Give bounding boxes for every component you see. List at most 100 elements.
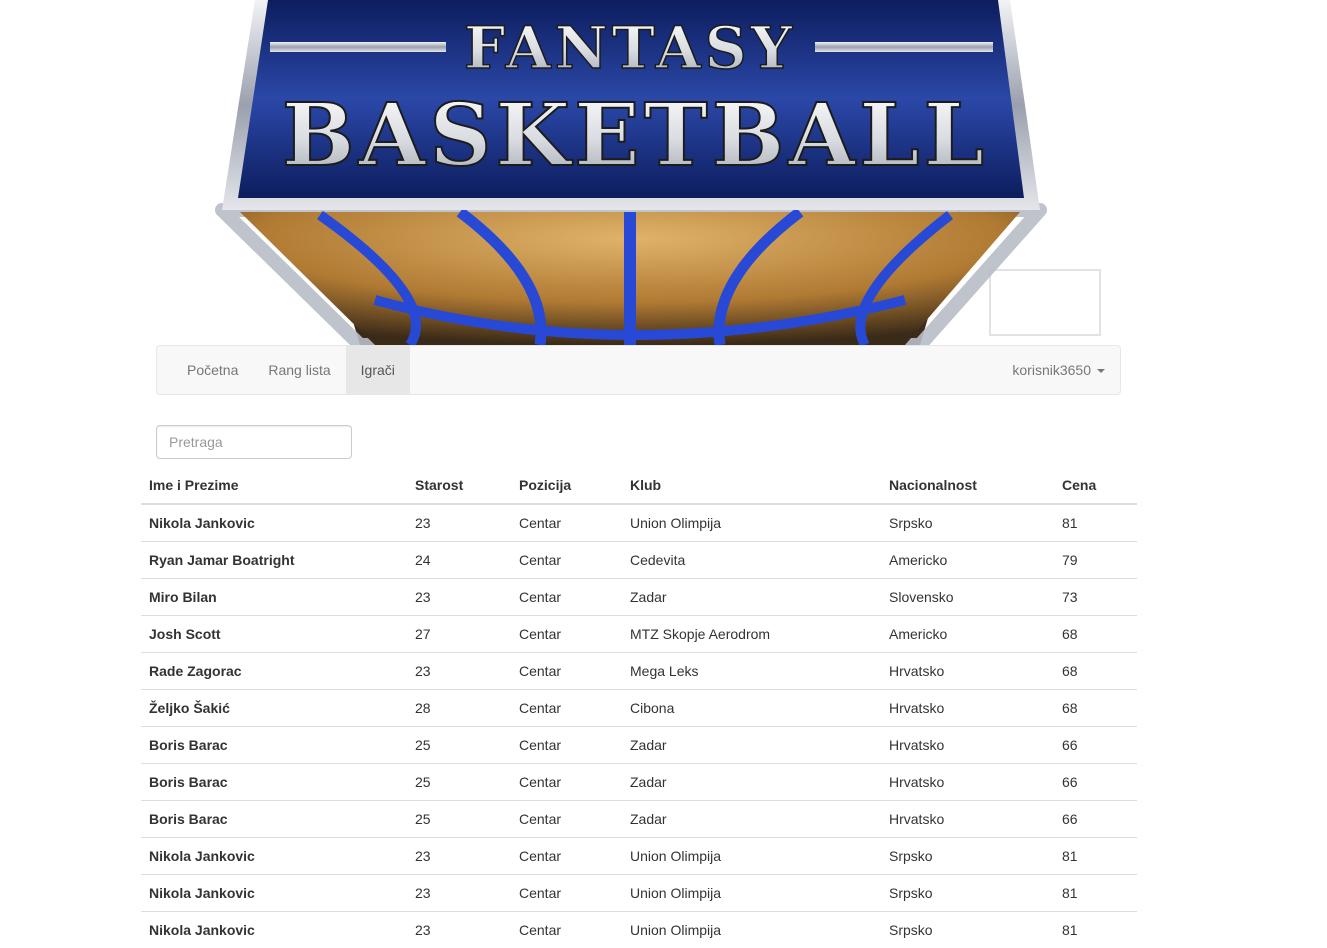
- table-row[interactable]: Nikola Jankovic 23 Centar Union Olimpija…: [141, 504, 1137, 542]
- cell-price: 81: [1054, 912, 1137, 948]
- cell-position: Centar: [511, 838, 622, 875]
- cell-position: Centar: [511, 653, 622, 690]
- table-row[interactable]: Ryan Jamar Boatright 24 Centar Cedevita …: [141, 542, 1137, 579]
- cell-age: 23: [407, 875, 511, 912]
- cell-nationality: Americko: [881, 542, 1054, 579]
- cell-age: 23: [407, 838, 511, 875]
- nav-item-igraci[interactable]: Igrači: [346, 346, 410, 394]
- cell-position: Centar: [511, 504, 622, 542]
- cell-nationality: Americko: [881, 616, 1054, 653]
- table-row[interactable]: Boris Barac 25 Centar Zadar Hrvatsko 66: [141, 727, 1137, 764]
- caret-down-icon: [1097, 369, 1105, 373]
- cell-club: Union Olimpija: [622, 838, 881, 875]
- search-input[interactable]: [156, 425, 352, 459]
- cell-price: 68: [1054, 616, 1137, 653]
- cell-club: Zadar: [622, 764, 881, 801]
- cell-club: MTZ Skopje Aerodrom: [622, 616, 881, 653]
- header-pozicija[interactable]: Pozicija: [511, 467, 622, 504]
- cell-club: Zadar: [622, 727, 881, 764]
- cell-name: Boris Barac: [141, 801, 407, 838]
- header-starost[interactable]: Starost: [407, 467, 511, 504]
- table-row[interactable]: Nikola Jankovic 23 Centar Union Olimpija…: [141, 912, 1137, 948]
- main-navbar: Početna Rang lista Igrači korisnik3650: [156, 345, 1121, 395]
- cell-position: Centar: [511, 727, 622, 764]
- fantasy-basketball-logo: FANTASY BASKETBALL: [160, 0, 1120, 345]
- cell-nationality: Hrvatsko: [881, 690, 1054, 727]
- cell-age: 25: [407, 764, 511, 801]
- cell-age: 23: [407, 653, 511, 690]
- cell-price: 73: [1054, 579, 1137, 616]
- cell-name: Boris Barac: [141, 727, 407, 764]
- user-dropdown[interactable]: korisnik3650: [1012, 346, 1105, 394]
- cell-name: Ryan Jamar Boatright: [141, 542, 407, 579]
- cell-name: Željko Šakić: [141, 690, 407, 727]
- table-row[interactable]: Rade Zagorac 23 Centar Mega Leks Hrvatsk…: [141, 653, 1137, 690]
- cell-nationality: Srpsko: [881, 912, 1054, 948]
- cell-club: Union Olimpija: [622, 875, 881, 912]
- cell-nationality: Hrvatsko: [881, 801, 1054, 838]
- nav-item-rang-lista[interactable]: Rang lista: [253, 346, 345, 394]
- header-klub[interactable]: Klub: [622, 467, 881, 504]
- cell-price: 66: [1054, 764, 1137, 801]
- cell-nationality: Srpsko: [881, 504, 1054, 542]
- table-row[interactable]: Josh Scott 27 Centar MTZ Skopje Aerodrom…: [141, 616, 1137, 653]
- cell-age: 24: [407, 542, 511, 579]
- header-ime-i-prezime[interactable]: Ime i Prezime: [141, 467, 407, 504]
- cell-price: 66: [1054, 801, 1137, 838]
- cell-price: 81: [1054, 875, 1137, 912]
- cell-name: Josh Scott: [141, 616, 407, 653]
- table-header-row: Ime i Prezime Starost Pozicija Klub Naci…: [141, 467, 1137, 504]
- cell-name: Miro Bilan: [141, 579, 407, 616]
- cell-age: 25: [407, 801, 511, 838]
- cell-price: 66: [1054, 727, 1137, 764]
- cell-age: 28: [407, 690, 511, 727]
- cell-position: Centar: [511, 875, 622, 912]
- cell-club: Mega Leks: [622, 653, 881, 690]
- cell-age: 23: [407, 504, 511, 542]
- players-table: Ime i Prezime Starost Pozicija Klub Naci…: [141, 467, 1137, 948]
- cell-club: Union Olimpija: [622, 504, 881, 542]
- cell-name: Rade Zagorac: [141, 653, 407, 690]
- cell-price: 79: [1054, 542, 1137, 579]
- header-nacionalnost[interactable]: Nacionalnost: [881, 467, 1054, 504]
- cell-nationality: Hrvatsko: [881, 727, 1054, 764]
- cell-price: 68: [1054, 653, 1137, 690]
- cell-position: Centar: [511, 616, 622, 653]
- cell-name: Nikola Jankovic: [141, 838, 407, 875]
- cell-price: 81: [1054, 838, 1137, 875]
- cell-age: 23: [407, 579, 511, 616]
- table-row[interactable]: Boris Barac 25 Centar Zadar Hrvatsko 66: [141, 764, 1137, 801]
- cell-nationality: Srpsko: [881, 875, 1054, 912]
- cell-club: Cibona: [622, 690, 881, 727]
- logo-text-fantasy: FANTASY: [464, 14, 796, 82]
- cell-name: Nikola Jankovic: [141, 504, 407, 542]
- cell-nationality: Hrvatsko: [881, 653, 1054, 690]
- cell-age: 25: [407, 727, 511, 764]
- cell-name: Boris Barac: [141, 764, 407, 801]
- table-row[interactable]: Nikola Jankovic 23 Centar Union Olimpija…: [141, 875, 1137, 912]
- table-row[interactable]: Miro Bilan 23 Centar Zadar Slovensko 73: [141, 579, 1137, 616]
- cell-nationality: Hrvatsko: [881, 764, 1054, 801]
- header-cena[interactable]: Cena: [1054, 467, 1137, 504]
- cell-nationality: Srpsko: [881, 838, 1054, 875]
- cell-position: Centar: [511, 801, 622, 838]
- cell-club: Zadar: [622, 801, 881, 838]
- cell-position: Centar: [511, 579, 622, 616]
- cell-club: Zadar: [622, 579, 881, 616]
- table-row[interactable]: Željko Šakić 28 Centar Cibona Hrvatsko 6…: [141, 690, 1137, 727]
- table-row[interactable]: Boris Barac 25 Centar Zadar Hrvatsko 66: [141, 801, 1137, 838]
- cell-price: 81: [1054, 504, 1137, 542]
- cell-position: Centar: [511, 542, 622, 579]
- cell-age: 27: [407, 616, 511, 653]
- nav-menu: Početna Rang lista Igrači: [172, 346, 410, 394]
- table-row[interactable]: Nikola Jankovic 23 Centar Union Olimpija…: [141, 838, 1137, 875]
- cell-name: Nikola Jankovic: [141, 875, 407, 912]
- cell-position: Centar: [511, 690, 622, 727]
- logo-text-basketball: BASKETBALL: [282, 85, 988, 186]
- cell-club: Cedevita: [622, 542, 881, 579]
- user-name: korisnik3650: [1012, 362, 1091, 378]
- nav-item-pocetna[interactable]: Početna: [172, 346, 253, 394]
- cell-name: Nikola Jankovic: [141, 912, 407, 948]
- cell-position: Centar: [511, 912, 622, 948]
- cell-age: 23: [407, 912, 511, 948]
